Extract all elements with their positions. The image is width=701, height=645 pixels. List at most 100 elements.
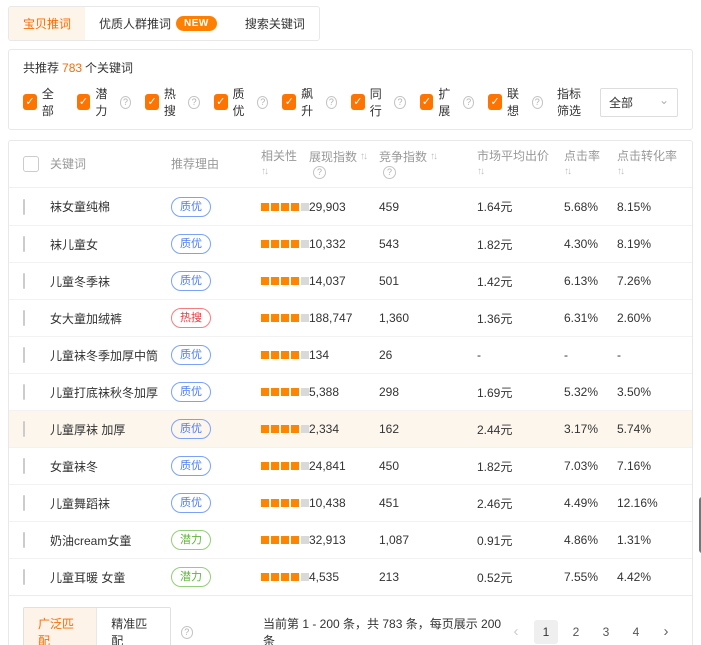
help-icon[interactable]: ?: [383, 166, 396, 179]
tab-bar: 宝贝推词 优质人群推词 NEW 搜索关键词: [8, 6, 320, 41]
row-checkbox[interactable]: [23, 273, 25, 289]
relevance-square: [281, 573, 289, 581]
row-checkbox[interactable]: [23, 199, 25, 215]
relevance-indicator: [261, 277, 309, 285]
help-icon[interactable]: ?: [394, 96, 405, 109]
row-checkbox-cell: [23, 237, 50, 251]
tab-item-keywords[interactable]: 宝贝推词: [9, 7, 85, 40]
reason-badge: 潜力: [171, 567, 211, 587]
row-checkbox[interactable]: [23, 236, 25, 252]
help-icon[interactable]: ?: [532, 96, 543, 109]
pagination-range-text: 当前第 1 - 200 条，共 783 条，每页展示 200 条: [263, 615, 504, 645]
select-all-checkbox[interactable]: [23, 156, 39, 172]
relevance-indicator: [261, 462, 309, 470]
row-checkbox[interactable]: [23, 347, 25, 363]
col-header-ctr[interactable]: 点击率 ↑↓: [564, 149, 617, 179]
price-cell: 0.91元: [477, 532, 564, 549]
checkbox-checked-icon[interactable]: ✓: [23, 94, 37, 110]
filter-option[interactable]: ✓热搜?: [145, 85, 200, 119]
relevance-square: [271, 240, 279, 248]
relevance-square: [271, 203, 279, 211]
row-checkbox[interactable]: [23, 384, 25, 400]
row-checkbox[interactable]: [23, 532, 25, 548]
competition-cell: 1,360: [379, 311, 477, 325]
help-icon[interactable]: ?: [326, 96, 337, 109]
tab-label: 优质人群推词: [99, 15, 171, 32]
next-page-button[interactable]: ›: [654, 620, 678, 644]
keyword-cell: 袜女童纯棉: [50, 198, 171, 215]
relevance-square: [271, 388, 279, 396]
metric-filter-select[interactable]: 全部 ⌄: [600, 88, 678, 117]
help-icon[interactable]: ?: [181, 626, 193, 639]
ctr-cell: 5.68%: [564, 200, 617, 214]
checkbox-checked-icon[interactable]: ✓: [420, 94, 434, 110]
reason-badge: 潜力: [171, 530, 211, 550]
sort-icon[interactable]: ↑↓: [430, 150, 436, 164]
sort-icon[interactable]: ↑↓: [477, 165, 564, 179]
keyword-cell: 袜儿童女: [50, 236, 171, 253]
broad-match-button[interactable]: 广泛匹配: [24, 608, 96, 645]
tab-search-keywords[interactable]: 搜索关键词: [231, 7, 319, 40]
help-icon[interactable]: ?: [257, 96, 268, 109]
help-icon[interactable]: ?: [188, 96, 199, 109]
help-icon[interactable]: ?: [463, 96, 474, 109]
price-cell: 0.52元: [477, 569, 564, 586]
tab-label: 搜索关键词: [245, 15, 305, 32]
sort-icon[interactable]: ↑↓: [564, 165, 617, 179]
checkbox-checked-icon[interactable]: ✓: [488, 94, 502, 110]
ctr-cell: 5.32%: [564, 385, 617, 399]
relevance-square: [291, 277, 299, 285]
help-icon[interactable]: ?: [120, 96, 131, 109]
impression-cell: 29,903: [309, 200, 379, 214]
row-checkbox[interactable]: [23, 569, 25, 585]
checkbox-checked-icon[interactable]: ✓: [351, 94, 365, 110]
col-header-impression[interactable]: 展现指数↑↓ ?: [309, 150, 379, 179]
impression-cell: 10,332: [309, 237, 379, 251]
filter-option[interactable]: ✓联想?: [488, 85, 543, 119]
exact-match-button[interactable]: 精准匹配: [96, 608, 169, 645]
prev-page-button[interactable]: ‹: [504, 620, 528, 644]
col-header-cvr[interactable]: 点击转化率 ↑↓: [617, 149, 678, 179]
checkbox-checked-icon[interactable]: ✓: [145, 94, 159, 110]
col-header-relevance[interactable]: 相关性 ↑↓: [261, 149, 309, 179]
table-row: 儿童打底袜秋冬加厚质优5,3882981.69元5.32%3.50%: [9, 373, 692, 410]
relevance-square: [261, 240, 269, 248]
row-checkbox[interactable]: [23, 495, 25, 511]
tab-crowd-keywords[interactable]: 优质人群推词 NEW: [85, 7, 231, 40]
checkbox-checked-icon[interactable]: ✓: [214, 94, 228, 110]
row-checkbox[interactable]: [23, 421, 25, 437]
relevance-square: [281, 240, 289, 248]
row-checkbox[interactable]: [23, 310, 25, 326]
page-button-1[interactable]: 1: [534, 620, 558, 644]
page-button-4[interactable]: 4: [624, 620, 648, 644]
row-checkbox[interactable]: [23, 458, 25, 474]
cvr-cell: -: [617, 348, 678, 362]
relevance-square: [271, 277, 279, 285]
recommend-summary: 共推荐783个关键词: [23, 59, 678, 76]
sort-icon[interactable]: ↑↓: [617, 165, 678, 179]
checkbox-checked-icon[interactable]: ✓: [77, 94, 91, 110]
col-header-price[interactable]: 市场平均出价 ↑↓: [477, 149, 564, 179]
filter-option[interactable]: ✓ 全部: [23, 85, 63, 119]
relevance-square: [291, 573, 299, 581]
sort-icon[interactable]: ↑↓: [261, 165, 309, 179]
filter-option[interactable]: ✓飙升?: [282, 85, 337, 119]
filter-option[interactable]: ✓潜力?: [77, 85, 132, 119]
filter-option[interactable]: ✓同行?: [351, 85, 406, 119]
sort-icon[interactable]: ↑↓: [360, 150, 366, 164]
page-button-3[interactable]: 3: [594, 620, 618, 644]
relevance-square: [291, 240, 299, 248]
filter-option[interactable]: ✓扩展?: [420, 85, 475, 119]
filter-option[interactable]: ✓质优?: [214, 85, 269, 119]
help-icon[interactable]: ?: [313, 166, 326, 179]
filter-option-label: 全部: [42, 85, 63, 119]
checkbox-checked-icon[interactable]: ✓: [282, 94, 296, 110]
price-cell: 1.82元: [477, 236, 564, 253]
impression-cell: 5,388: [309, 385, 379, 399]
relevance-square: [291, 536, 299, 544]
cvr-cell: 7.16%: [617, 459, 678, 473]
row-checkbox-cell: [23, 533, 50, 547]
price-cell: 1.64元: [477, 198, 564, 215]
col-header-competition[interactable]: 竞争指数↑↓ ?: [379, 150, 477, 179]
page-button-2[interactable]: 2: [564, 620, 588, 644]
